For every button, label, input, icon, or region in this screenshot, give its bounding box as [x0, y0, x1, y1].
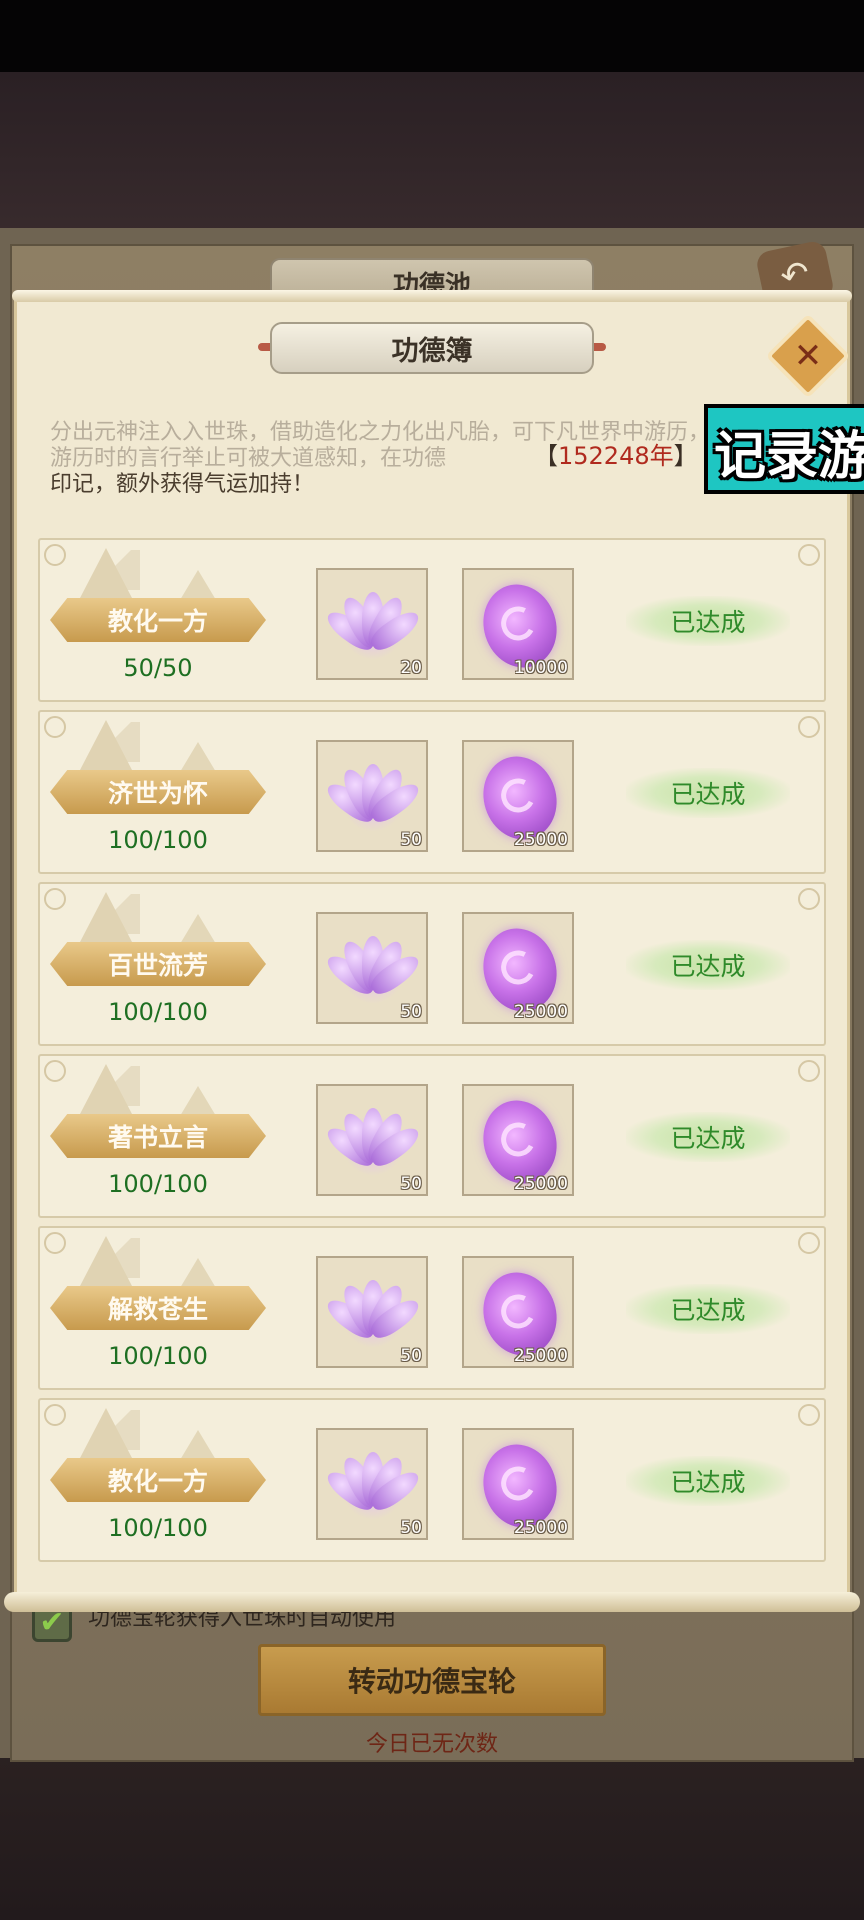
mountain-decoration — [80, 1236, 132, 1286]
reward-slot-jade[interactable]: 25000 — [462, 1084, 574, 1196]
corner-ornament — [798, 1404, 820, 1426]
corner-ornament — [798, 544, 820, 566]
reward-slot-lotus[interactable]: 50 — [316, 740, 428, 852]
corner-ornament — [44, 1404, 66, 1426]
year-bracket-open: 【 — [534, 442, 558, 470]
reward-quantity: 50 — [400, 830, 422, 850]
video-watermark: 记录游 — [704, 404, 864, 494]
reward-slot-jade[interactable]: 25000 — [462, 912, 574, 1024]
spin-status-text: 今日已无次数 — [365, 1732, 498, 1757]
corner-ornament — [798, 716, 820, 738]
year-bracket-close: 】 — [673, 442, 698, 470]
reward-quantity: 25000 — [513, 1002, 568, 1022]
purple-lotus-icon — [322, 1276, 424, 1350]
reward-quantity: 50 — [400, 1002, 422, 1022]
mountain-decoration — [180, 1258, 216, 1288]
task-name: 济世为怀 — [50, 770, 266, 814]
reward-quantity: 25000 — [513, 830, 568, 850]
spin-merit-wheel-button[interactable]: 转动功德宝轮 — [258, 1644, 606, 1716]
corner-ornament — [798, 888, 820, 910]
reward-quantity: 50 — [400, 1346, 422, 1366]
reward-slot-lotus[interactable]: 50 — [316, 1428, 428, 1540]
dialog-title: 功德簿 — [270, 322, 594, 374]
reward-slot-lotus[interactable]: 50 — [316, 1256, 428, 1368]
year-value: 152248年 — [558, 442, 674, 470]
close-icon[interactable]: ✕ — [778, 326, 838, 386]
task-list: 教化一方 50/50 20 10000 已达成 济世为怀 100/100 50 … — [38, 538, 826, 1570]
corner-ornament — [798, 1232, 820, 1254]
reward-slot-jade[interactable]: 10000 — [462, 568, 574, 680]
reward-quantity: 25000 — [513, 1518, 568, 1538]
watermark-text: 记录游 — [714, 427, 864, 487]
task-row: 百世流芳 100/100 50 25000 已达成 — [38, 882, 826, 1046]
mountain-decoration — [80, 892, 132, 942]
status-bar — [0, 0, 864, 72]
task-row: 解救苍生 100/100 50 25000 已达成 — [38, 1226, 826, 1390]
reward-slot-lotus[interactable]: 50 — [316, 912, 428, 1024]
task-row: 教化一方 100/100 50 25000 已达成 — [38, 1398, 826, 1562]
reward-quantity: 10000 — [513, 658, 568, 678]
task-progress: 100/100 — [108, 1342, 208, 1370]
corner-ornament — [44, 544, 66, 566]
task-progress: 100/100 — [108, 998, 208, 1026]
purple-lotus-icon — [322, 588, 424, 662]
underlying-bottom-controls: ✔ 功德宝轮获得入世珠时自动使用 转动功德宝轮 今日已无次数 — [18, 1590, 846, 1760]
corner-ornament — [44, 1232, 66, 1254]
task-row: 教化一方 50/50 20 10000 已达成 — [38, 538, 826, 702]
purple-lotus-icon — [322, 932, 424, 1006]
reward-quantity: 50 — [400, 1518, 422, 1538]
corner-ornament — [44, 716, 66, 738]
task-name: 教化一方 — [50, 598, 266, 642]
status-completed: 已达成 — [626, 768, 790, 818]
task-progress: 100/100 — [108, 826, 208, 854]
purple-lotus-icon — [322, 1104, 424, 1178]
task-progress: 50/50 — [123, 654, 193, 682]
reward-quantity: 25000 — [513, 1174, 568, 1194]
description-tail: 印记，额外获得气运加持！ — [50, 472, 315, 497]
purple-lotus-icon — [322, 1448, 424, 1522]
status-completed: 已达成 — [626, 1456, 790, 1506]
task-row: 济世为怀 100/100 50 25000 已达成 — [38, 710, 826, 874]
scroll-bottom-rod — [4, 1592, 860, 1612]
reward-quantity: 20 — [400, 658, 422, 678]
status-completed: 已达成 — [626, 1284, 790, 1334]
scroll-top-rod — [12, 290, 852, 302]
year-counter: 【152248年】 — [534, 436, 698, 471]
task-name: 解救苍生 — [50, 1286, 266, 1330]
mountain-decoration — [180, 570, 216, 600]
task-row: 著书立言 100/100 50 25000 已达成 — [38, 1054, 826, 1218]
reward-quantity: 50 — [400, 1174, 422, 1194]
mountain-decoration — [80, 1408, 132, 1458]
purple-lotus-icon — [322, 760, 424, 834]
mountain-decoration — [80, 1064, 132, 1114]
reward-slot-jade[interactable]: 25000 — [462, 1256, 574, 1368]
mountain-decoration — [180, 742, 216, 772]
task-name: 著书立言 — [50, 1114, 266, 1158]
task-progress: 100/100 — [108, 1170, 208, 1198]
mountain-decoration — [180, 1086, 216, 1116]
mountain-decoration — [180, 1430, 216, 1460]
status-completed: 已达成 — [626, 1112, 790, 1162]
status-completed: 已达成 — [626, 596, 790, 646]
mountain-decoration — [80, 548, 132, 598]
reward-slot-jade[interactable]: 25000 — [462, 1428, 574, 1540]
mountain-decoration — [180, 914, 216, 944]
mountain-decoration — [80, 720, 132, 770]
reward-quantity: 25000 — [513, 1346, 568, 1366]
task-name: 教化一方 — [50, 1458, 266, 1502]
task-name: 百世流芳 — [50, 942, 266, 986]
corner-ornament — [44, 888, 66, 910]
corner-ornament — [44, 1060, 66, 1082]
reward-slot-lotus[interactable]: 20 — [316, 568, 428, 680]
reward-slot-lotus[interactable]: 50 — [316, 1084, 428, 1196]
corner-ornament — [798, 1060, 820, 1082]
reward-slot-jade[interactable]: 25000 — [462, 740, 574, 852]
task-progress: 100/100 — [108, 1514, 208, 1542]
status-completed: 已达成 — [626, 940, 790, 990]
